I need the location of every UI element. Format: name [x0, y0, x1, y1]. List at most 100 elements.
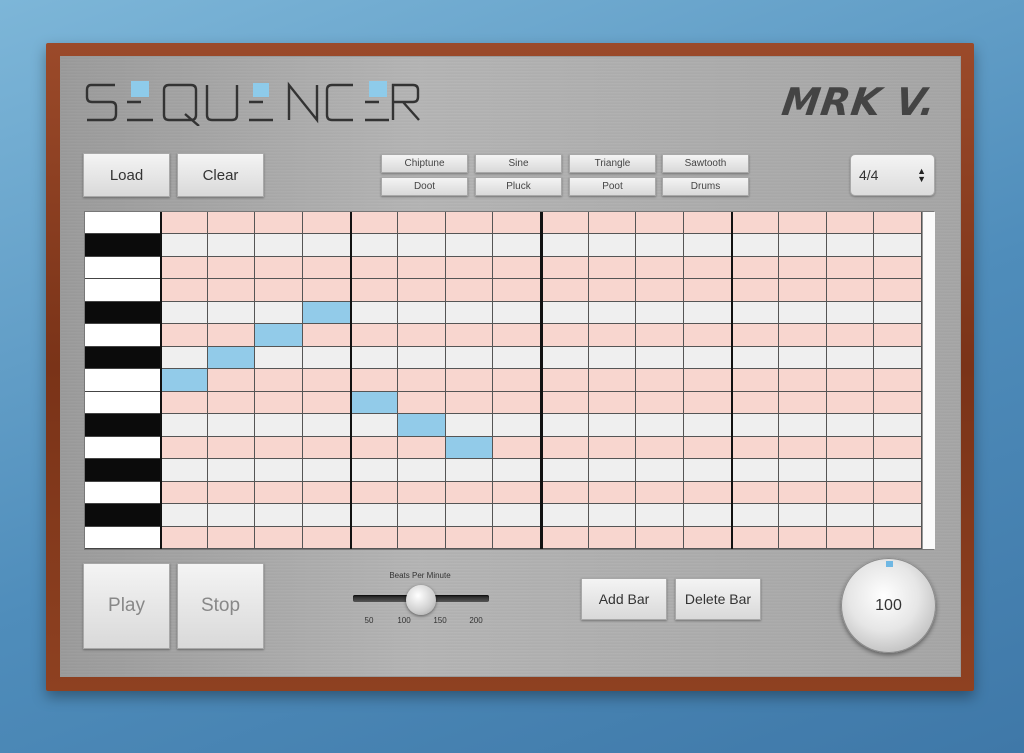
- tempo-dial[interactable]: 100: [841, 558, 936, 653]
- note-cell[interactable]: [255, 279, 303, 302]
- note-cell[interactable]: [255, 391, 303, 415]
- note-cell[interactable]: [731, 212, 780, 235]
- note-cell[interactable]: [398, 391, 446, 415]
- note-cell[interactable]: [445, 369, 494, 392]
- note-cell[interactable]: [207, 414, 256, 437]
- note-cell-active[interactable]: [445, 436, 494, 460]
- note-cell[interactable]: [160, 526, 208, 549]
- note-cell[interactable]: [588, 369, 637, 392]
- add-bar-button[interactable]: Add Bar: [581, 578, 667, 620]
- note-cell[interactable]: [398, 526, 446, 549]
- note-cell[interactable]: [493, 369, 541, 392]
- note-cell[interactable]: [302, 234, 351, 257]
- note-cell[interactable]: [541, 346, 589, 370]
- note-cell[interactable]: [683, 369, 732, 392]
- instrument-pluck-button[interactable]: Pluck: [475, 177, 562, 196]
- note-cell-active[interactable]: [207, 346, 256, 370]
- note-cell[interactable]: [207, 234, 256, 257]
- note-cell[interactable]: [826, 279, 875, 302]
- black-key[interactable]: [85, 301, 160, 325]
- note-cell[interactable]: [541, 414, 589, 437]
- note-cell[interactable]: [636, 256, 684, 280]
- note-cell[interactable]: [445, 301, 494, 325]
- note-cell[interactable]: [636, 391, 684, 415]
- note-cell[interactable]: [541, 391, 589, 415]
- note-cell[interactable]: [779, 369, 827, 392]
- note-cell[interactable]: [302, 391, 351, 415]
- note-cell[interactable]: [588, 391, 637, 415]
- note-cell[interactable]: [160, 459, 208, 482]
- note-cell[interactable]: [826, 369, 875, 392]
- note-cell[interactable]: [731, 301, 780, 325]
- note-cell[interactable]: [493, 279, 541, 302]
- note-cell[interactable]: [445, 324, 494, 347]
- note-cell[interactable]: [779, 212, 827, 235]
- note-cell[interactable]: [683, 459, 732, 482]
- note-cell[interactable]: [874, 234, 922, 257]
- note-cell[interactable]: [779, 436, 827, 460]
- note-cell[interactable]: [588, 481, 637, 505]
- note-cell[interactable]: [826, 234, 875, 257]
- white-key[interactable]: [85, 256, 160, 280]
- note-cell[interactable]: [683, 324, 732, 347]
- note-cell[interactable]: [255, 504, 303, 527]
- note-cell[interactable]: [874, 346, 922, 370]
- note-cell[interactable]: [779, 279, 827, 302]
- note-cell[interactable]: [207, 301, 256, 325]
- note-cell[interactable]: [683, 279, 732, 302]
- note-cell[interactable]: [302, 324, 351, 347]
- note-cell[interactable]: [255, 414, 303, 437]
- note-cell[interactable]: [255, 369, 303, 392]
- note-cell[interactable]: [779, 504, 827, 527]
- note-cell[interactable]: [255, 526, 303, 549]
- note-cell[interactable]: [541, 459, 589, 482]
- note-cell[interactable]: [779, 324, 827, 347]
- note-cell[interactable]: [207, 279, 256, 302]
- note-cell[interactable]: [588, 279, 637, 302]
- note-cell[interactable]: [588, 234, 637, 257]
- note-cell[interactable]: [874, 504, 922, 527]
- note-cell[interactable]: [683, 301, 732, 325]
- instrument-chiptune-button[interactable]: Chiptune: [381, 154, 468, 173]
- note-cell[interactable]: [636, 346, 684, 370]
- note-cell[interactable]: [874, 324, 922, 347]
- note-cell[interactable]: [779, 459, 827, 482]
- white-key[interactable]: [85, 279, 160, 302]
- note-cell[interactable]: [350, 369, 399, 392]
- delete-bar-button[interactable]: Delete Bar: [675, 578, 761, 620]
- note-cell[interactable]: [160, 504, 208, 527]
- note-cell[interactable]: [445, 212, 494, 235]
- note-cell[interactable]: [874, 256, 922, 280]
- note-cell[interactable]: [826, 414, 875, 437]
- note-cell[interactable]: [874, 301, 922, 325]
- note-cell[interactable]: [207, 526, 256, 549]
- note-cell[interactable]: [683, 256, 732, 280]
- note-cell[interactable]: [636, 301, 684, 325]
- note-cell[interactable]: [255, 301, 303, 325]
- note-cell[interactable]: [493, 459, 541, 482]
- note-cell[interactable]: [350, 324, 399, 347]
- note-cell[interactable]: [826, 256, 875, 280]
- note-cell[interactable]: [255, 346, 303, 370]
- note-cell[interactable]: [636, 504, 684, 527]
- note-cell[interactable]: [255, 436, 303, 460]
- note-cell[interactable]: [731, 369, 780, 392]
- note-cell[interactable]: [302, 504, 351, 527]
- note-cell[interactable]: [207, 436, 256, 460]
- note-cell[interactable]: [779, 526, 827, 549]
- note-cell[interactable]: [493, 324, 541, 347]
- black-key[interactable]: [85, 414, 160, 437]
- white-key[interactable]: [85, 481, 160, 505]
- white-key[interactable]: [85, 324, 160, 347]
- instrument-doot-button[interactable]: Doot: [381, 177, 468, 196]
- note-cell[interactable]: [207, 459, 256, 482]
- clear-button[interactable]: Clear: [177, 153, 264, 197]
- note-cell[interactable]: [541, 279, 589, 302]
- note-cell[interactable]: [350, 212, 399, 235]
- note-cell[interactable]: [636, 369, 684, 392]
- note-cell[interactable]: [398, 504, 446, 527]
- note-cell[interactable]: [255, 256, 303, 280]
- note-cell[interactable]: [779, 414, 827, 437]
- note-cell[interactable]: [588, 301, 637, 325]
- note-cell[interactable]: [779, 391, 827, 415]
